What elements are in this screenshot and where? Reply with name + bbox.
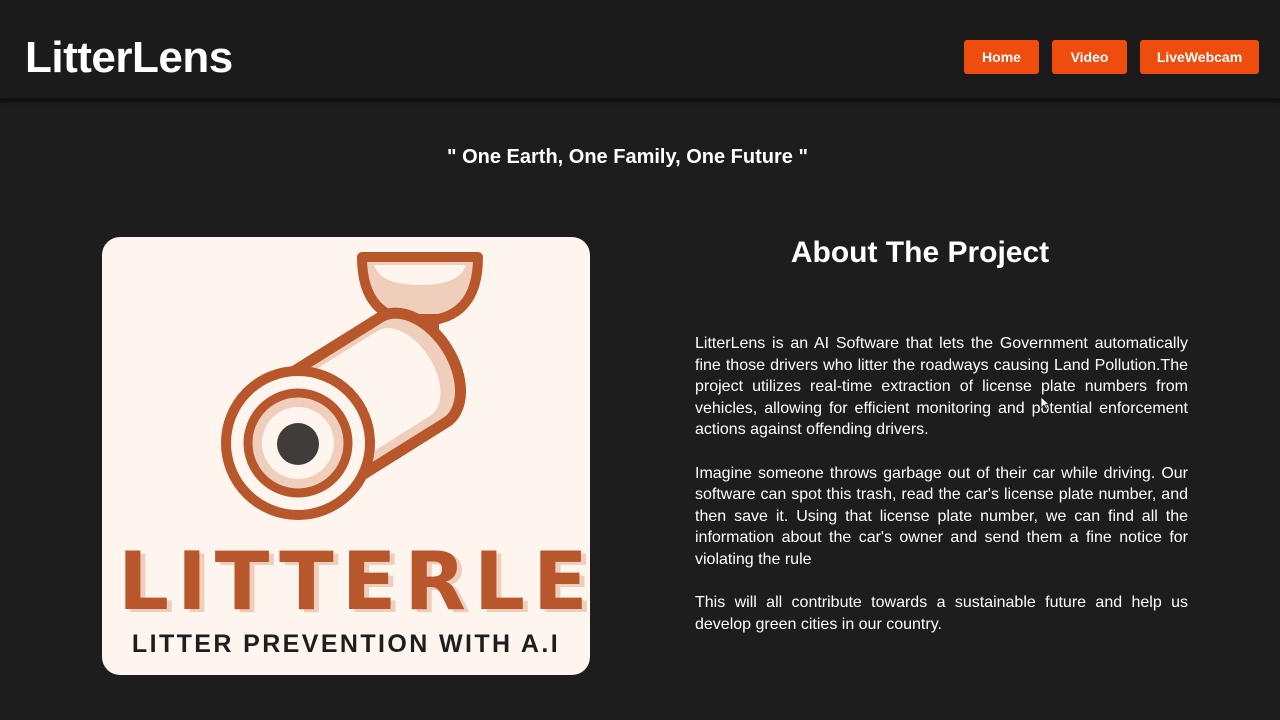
about-paragraph-3: This will all contribute towards a susta… <box>695 594 1188 633</box>
mouse-cursor-icon <box>1040 396 1050 410</box>
logo-title: LITTERLENS <box>118 535 590 628</box>
litterlens-logo-image: LITTERLENS LITTER PREVENTION WITH A.I <box>102 237 590 675</box>
tagline: " One Earth, One Family, One Future " <box>447 146 808 168</box>
about-paragraph-1: LitterLens is an AI Software that lets t… <box>695 335 1188 439</box>
about-title: About The Project <box>790 236 1050 269</box>
about-description: LitterLens is an AI Software that lets t… <box>695 333 1188 657</box>
navbar: LitterLens Home Video LiveWebcam <box>0 0 1280 100</box>
home-button[interactable]: Home <box>964 40 1039 74</box>
security-camera-icon <box>221 252 483 520</box>
brand-logo-text[interactable]: LitterLens <box>25 30 233 86</box>
video-button[interactable]: Video <box>1052 40 1127 74</box>
livewebcam-button[interactable]: LiveWebcam <box>1140 40 1259 74</box>
about-paragraph-2: Imagine someone throws garbage out of th… <box>695 464 1188 568</box>
logo-subtitle: LITTER PREVENTION WITH A.I <box>131 630 561 658</box>
